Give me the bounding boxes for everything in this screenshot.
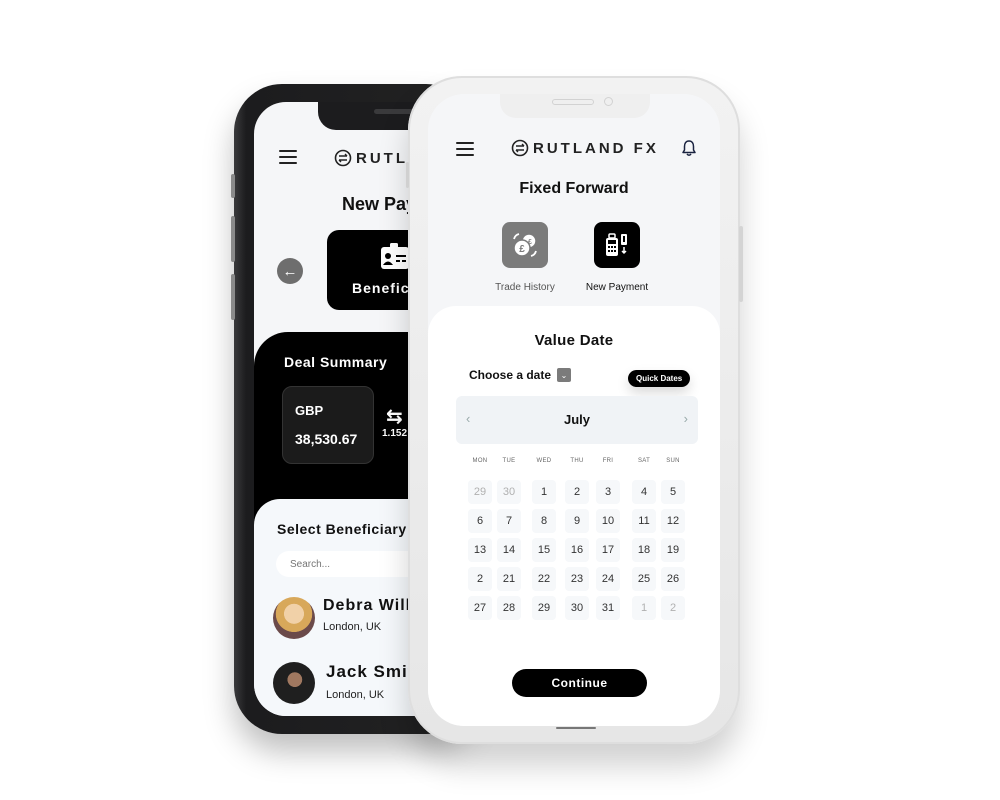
calendar-day[interactable]: 13 [468, 538, 492, 562]
weekday-label: THU [570, 458, 584, 464]
calendar-day-outside-month[interactable]: 1 [632, 596, 656, 620]
calendar-day[interactable]: 16 [565, 538, 589, 562]
calendar-day[interactable]: 4 [632, 480, 656, 504]
weekday-label: WED [536, 458, 552, 464]
weekday-label: SAT [637, 458, 651, 464]
front-phone-screen: RUTLAND FX Fixed Forward £ £ Trade Histo… [428, 94, 720, 726]
calendar-day-outside-month[interactable]: 30 [497, 480, 521, 504]
volume-up-button [231, 216, 235, 262]
calendar-day[interactable]: 25 [632, 567, 656, 591]
choose-date-dropdown[interactable]: Choose a date ⌄ [469, 368, 572, 382]
calendar-day[interactable]: 28 [497, 596, 521, 620]
brand-name: RUTLAND FX [533, 139, 659, 157]
trade-history-label: Trade History [495, 282, 555, 293]
calendar-day[interactable]: 19 [661, 538, 685, 562]
continue-button[interactable]: Continue [512, 669, 647, 697]
beneficiary-list-item[interactable]: Debra Williams London, UK [273, 597, 451, 639]
month-navigator: ‹ July › [456, 396, 698, 444]
calendar-day[interactable]: 22 [532, 567, 556, 591]
calendar-day[interactable]: 7 [497, 509, 521, 533]
calendar-day[interactable]: 21 [497, 567, 521, 591]
calendar-day[interactable]: 27 [468, 596, 492, 620]
calendar-day[interactable]: 29 [532, 596, 556, 620]
beneficiary-location: London, UK [326, 689, 385, 701]
svg-text:£: £ [528, 239, 532, 246]
volume-down-button [231, 274, 235, 320]
avatar [273, 662, 315, 704]
coins-exchange-icon: £ £ [513, 233, 537, 257]
calendar-day[interactable]: 24 [596, 567, 620, 591]
calendar-day[interactable]: 26 [661, 567, 685, 591]
bell-icon[interactable] [681, 139, 697, 157]
weekday-label: FRI [602, 458, 614, 464]
calendar-day[interactable]: 6 [468, 509, 492, 533]
weekday-label: SUN [666, 458, 680, 464]
power-button [739, 226, 743, 302]
new-payment-tile[interactable]: New Payment [577, 222, 657, 293]
exchange-logo-icon [334, 149, 352, 167]
chevron-right-icon[interactable]: › [684, 411, 688, 426]
speaker [552, 99, 594, 105]
calendar-day[interactable]: 11 [632, 509, 656, 533]
trade-history-tile[interactable]: £ £ Trade History [485, 222, 565, 293]
calendar-day[interactable]: 10 [596, 509, 620, 533]
weekday-label: TUE [502, 458, 516, 464]
calendar-day[interactable]: 18 [632, 538, 656, 562]
calendar-day[interactable]: 15 [532, 538, 556, 562]
calendar-day[interactable]: 8 [532, 509, 556, 533]
svg-text:£: £ [519, 244, 525, 255]
brand-logo: RUTLAND FX [511, 139, 659, 157]
front-phone-device: RUTLAND FX Fixed Forward £ £ Trade Histo… [406, 76, 743, 744]
front-camera [604, 97, 613, 106]
calendar-day[interactable]: 23 [565, 567, 589, 591]
value-date-title: Value Date [534, 332, 614, 349]
weekday-label: MON [472, 458, 488, 464]
calendar-day[interactable]: 5 [661, 480, 685, 504]
month-label: July [563, 412, 590, 427]
calendar-day[interactable]: 12 [661, 509, 685, 533]
beneficiary-location: London, UK [323, 621, 382, 633]
hamburger-icon[interactable] [456, 142, 474, 160]
mute-switch [406, 162, 409, 188]
calendar-day[interactable]: 31 [596, 596, 620, 620]
card-terminal-icon [606, 233, 627, 256]
avatar [273, 597, 315, 639]
choose-date-label: Choose a date [469, 368, 552, 382]
back-button[interactable]: ← [277, 258, 303, 284]
notch [500, 94, 650, 118]
value-date-card: Value Date Choose a date ⌄ Quick Dates ‹… [428, 306, 720, 726]
calendar-day[interactable]: 2 [468, 567, 492, 591]
select-beneficiary-title: Select Beneficiary [277, 521, 407, 537]
currency-amount-box: GBP 38,530.67 [282, 386, 374, 464]
new-payment-label: New Payment [585, 282, 649, 293]
calendar-day-outside-month[interactable]: 2 [661, 596, 685, 620]
beneficiary-list-item[interactable]: Jack Smith London, UK [273, 662, 425, 704]
calendar-day-outside-month[interactable]: 29 [468, 480, 492, 504]
swap-arrows-icon: ⇆ [386, 406, 403, 428]
home-indicator [556, 727, 596, 729]
arrow-left-icon: ← [282, 262, 298, 280]
calendar-day[interactable]: 17 [596, 538, 620, 562]
mute-switch [231, 174, 235, 198]
calendar-day[interactable]: 30 [565, 596, 589, 620]
amount-value: 38,530.67 [295, 431, 358, 447]
page-title: Fixed Forward [519, 180, 629, 197]
calendar-day[interactable]: 9 [565, 509, 589, 533]
calendar-day[interactable]: 14 [497, 538, 521, 562]
calendar-day[interactable]: 3 [596, 480, 620, 504]
calendar-day[interactable]: 1 [532, 480, 556, 504]
exchange-logo-icon [511, 139, 529, 157]
chevron-down-icon: ⌄ [557, 368, 572, 382]
hamburger-icon[interactable] [279, 150, 297, 168]
currency-code: GBP [295, 403, 324, 418]
quick-dates-button[interactable]: Quick Dates [628, 370, 691, 387]
exchange-rate: 1.152 [382, 428, 408, 439]
deal-summary-title: Deal Summary [284, 354, 388, 370]
calendar-day[interactable]: 2 [565, 480, 589, 504]
